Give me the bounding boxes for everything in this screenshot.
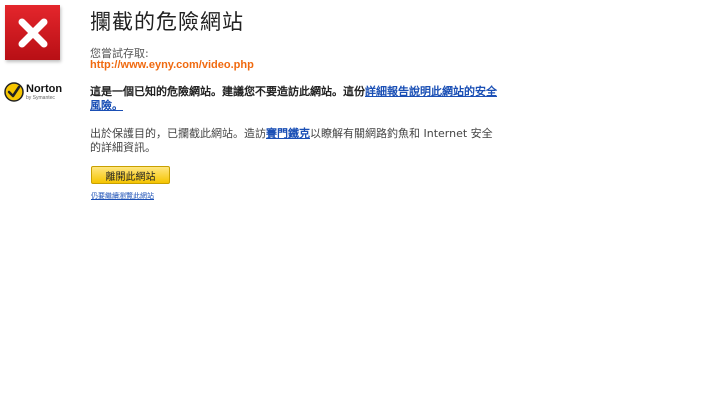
info-message: 出於保護目的，已攔截此網站。造訪賽門鐵克以瞭解有關網路釣魚和 Internet … [90, 127, 500, 155]
continue-anyway-link[interactable]: 仍要繼續瀏覽此網站 [91, 191, 154, 201]
logo-sub: by Symantec [26, 94, 55, 101]
danger-text: 這是一個已知的危險網站。建議您不要造訪此網站。這份 [90, 85, 365, 98]
check-icon [4, 82, 24, 102]
norton-logo: Norton by Symantec [4, 80, 66, 104]
symantec-link[interactable]: 賽門鐵克 [266, 127, 310, 140]
blocked-url: http://www.eyny.com/video.php [90, 59, 254, 71]
blocked-warning-icon [5, 5, 60, 60]
x-icon [18, 18, 47, 47]
page-title: 攔截的危險網站 [90, 10, 244, 34]
danger-message: 這是一個已知的危險網站。建議您不要造訪此網站。這份詳細報告說明此網站的安全風險。 [90, 85, 500, 113]
leave-site-button[interactable]: 離開此網站 [91, 166, 170, 184]
info-text-before: 出於保護目的，已攔截此網站。造訪 [90, 127, 266, 140]
logo-name: Norton [26, 82, 63, 95]
